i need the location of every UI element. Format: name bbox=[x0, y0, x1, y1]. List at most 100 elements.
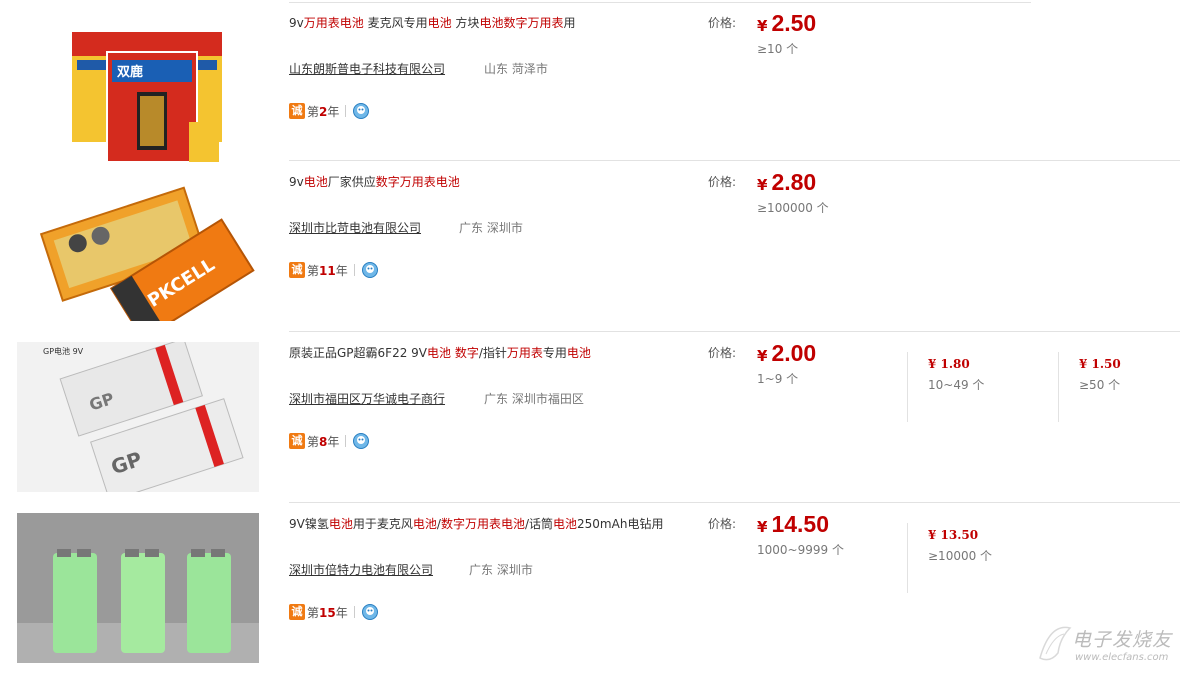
years-suffix: 年 bbox=[327, 104, 340, 119]
title-segment: 原装正品GP超霸6F22 9V bbox=[289, 346, 428, 360]
company-link[interactable]: 深圳市比苛电池有限公司 bbox=[289, 219, 421, 236]
integrity-badge-icon[interactable]: 诚 bbox=[289, 433, 305, 449]
price-label: 价格: bbox=[708, 175, 737, 189]
title-segment: 万用表电池 bbox=[303, 16, 364, 30]
tier-divider bbox=[907, 352, 908, 422]
tier-quantity: 10~49 个 bbox=[928, 378, 985, 392]
seller-badges: 诚 第11年 bbox=[289, 261, 379, 279]
min-order-quantity: 1~9 个 bbox=[757, 372, 799, 386]
membership-years: 第11年 bbox=[307, 262, 348, 279]
tier-quantity: ≥50 个 bbox=[1079, 378, 1121, 392]
company-link[interactable]: 深圳市福田区万华诚电子商行 bbox=[289, 390, 445, 407]
title-segment: 专用 bbox=[542, 346, 567, 360]
integrity-badge-icon[interactable]: 诚 bbox=[289, 103, 305, 119]
title-segment: 方块 bbox=[451, 16, 480, 30]
company-location: 广东 深圳市 bbox=[459, 221, 523, 235]
product-title-link[interactable]: 9V镍氢电池用于麦克风电池/数字万用表电池/话筒电池250mAh电钻用 bbox=[289, 515, 663, 532]
chat-icon[interactable] bbox=[352, 102, 370, 120]
title-segment: 电池 bbox=[553, 517, 578, 531]
chat-icon[interactable] bbox=[361, 603, 379, 621]
integrity-badge-icon[interactable]: 诚 bbox=[289, 604, 305, 620]
seller-badges: 诚 第2年 bbox=[289, 102, 370, 120]
integrity-badge-icon[interactable]: 诚 bbox=[289, 262, 305, 278]
years-suffix: 年 bbox=[335, 263, 348, 278]
product-title-link[interactable]: 原装正品GP超霸6F22 9V电池 数字/指针万用表专用电池 bbox=[289, 344, 591, 361]
price-label: 价格: bbox=[708, 16, 737, 30]
tier-price: ¥ 13.50 bbox=[928, 528, 979, 542]
badge-divider bbox=[353, 606, 355, 618]
tier-price: ¥ 1.80 bbox=[928, 357, 970, 371]
title-segment: 用于麦克风 bbox=[352, 517, 413, 531]
seller-badges: 诚 第8年 bbox=[289, 432, 370, 450]
title-segment: 电池 bbox=[303, 175, 328, 189]
currency-symbol: ¥ bbox=[757, 518, 768, 536]
title-segment: 电池 bbox=[566, 346, 591, 360]
title-segment: 9V镍氢 bbox=[289, 517, 329, 531]
years-count: 15 bbox=[319, 605, 336, 620]
min-order-quantity: ≥100000 个 bbox=[757, 201, 829, 215]
title-segment: /指针 bbox=[478, 346, 507, 360]
currency-symbol: ¥ bbox=[757, 176, 768, 194]
title-segment: 电池 bbox=[328, 517, 353, 531]
tier-quantity: ≥10000 个 bbox=[928, 549, 993, 563]
min-order-quantity: 1000~9999 个 bbox=[757, 543, 844, 557]
price-label: 价格: bbox=[708, 517, 737, 531]
chat-icon[interactable] bbox=[361, 261, 379, 279]
currency-symbol: ¥ bbox=[757, 17, 768, 35]
price-value: 2.50 bbox=[771, 10, 817, 36]
chat-icon[interactable] bbox=[352, 432, 370, 450]
title-segment: 电池 bbox=[427, 16, 452, 30]
badge-divider bbox=[345, 105, 347, 117]
boxed-battery-icon[interactable]: 双鹿 bbox=[17, 12, 259, 162]
gp-battery-icon[interactable]: GP电池 9V GP GP bbox=[17, 342, 259, 492]
title-segment: 250mAh电钻用 bbox=[577, 517, 664, 531]
years-suffix: 年 bbox=[327, 434, 340, 449]
product-listing: GP电池 9V GP GP 原装正品GP超霸6F22 9V电池 数字/指针万用表… bbox=[0, 332, 1180, 503]
title-segment: 9v bbox=[289, 175, 304, 189]
years-prefix: 第 bbox=[307, 605, 320, 620]
product-title-link[interactable]: 9v万用表电池 麦克风专用电池 方块电池数字万用表用 bbox=[289, 14, 575, 31]
title-segment: 数字万用表电池 bbox=[375, 175, 460, 189]
product-listing: 双鹿 9v万用表电池 麦克风专用电池 方块电池数字万用表用 山东朗斯普电子科技有限… bbox=[0, 0, 1180, 162]
title-segment: 厂家供应 bbox=[327, 175, 376, 189]
tier-divider bbox=[1058, 352, 1059, 422]
membership-years: 第15年 bbox=[307, 604, 348, 621]
product-listing: 9V镍氢电池用于麦克风电池/数字万用表电池/话筒电池250mAh电钻用 深圳市倍特… bbox=[0, 503, 1180, 674]
nimh-battery-icon[interactable] bbox=[17, 513, 259, 663]
gp-image-caption: GP电池 9V bbox=[43, 346, 84, 356]
unit-price: ¥14.50 bbox=[757, 511, 829, 538]
product-title-link[interactable]: 9v电池厂家供应数字万用表电池 bbox=[289, 173, 460, 190]
price-value: 2.00 bbox=[771, 340, 817, 366]
pkcell-battery-icon[interactable]: PKCELL bbox=[17, 171, 259, 321]
title-segment: 麦克风专用 bbox=[363, 16, 428, 30]
title-segment: 电池 bbox=[412, 517, 437, 531]
title-segment: 电池数字万用表 bbox=[479, 16, 564, 30]
company-location: 山东 菏泽市 bbox=[484, 62, 548, 76]
price-label: 价格: bbox=[708, 346, 737, 360]
product-listing: PKCELL 9v电池厂家供应数字万用表电池 深圳市比苛电池有限公司 广东 深圳市 … bbox=[0, 161, 1180, 332]
price-value: 2.80 bbox=[771, 169, 817, 195]
seller-badges: 诚 第15年 bbox=[289, 603, 379, 621]
title-segment: 9v bbox=[289, 16, 304, 30]
min-order-quantity: ≥10 个 bbox=[757, 42, 799, 56]
years-suffix: 年 bbox=[335, 605, 348, 620]
badge-divider bbox=[353, 264, 355, 276]
years-prefix: 第 bbox=[307, 263, 320, 278]
watermark-text: 电子发烧友 bbox=[1072, 629, 1173, 651]
price-value: 14.50 bbox=[771, 511, 829, 537]
svg-text:双鹿: 双鹿 bbox=[117, 64, 143, 80]
title-segment: 电池 数字 bbox=[427, 346, 479, 360]
membership-years: 第8年 bbox=[307, 433, 339, 450]
years-prefix: 第 bbox=[307, 104, 320, 119]
title-segment: /话筒 bbox=[524, 517, 554, 531]
tier-price: ¥ 1.50 bbox=[1079, 357, 1121, 371]
years-count: 11 bbox=[319, 263, 336, 278]
badge-divider bbox=[345, 435, 347, 447]
title-segment: 数字万用表电池 bbox=[440, 517, 525, 531]
title-segment: 用 bbox=[563, 16, 576, 30]
company-location: 广东 深圳市 bbox=[469, 563, 533, 577]
membership-years: 第2年 bbox=[307, 103, 339, 120]
company-link[interactable]: 山东朗斯普电子科技有限公司 bbox=[289, 60, 445, 77]
tier-divider bbox=[907, 523, 908, 593]
company-link[interactable]: 深圳市倍特力电池有限公司 bbox=[289, 561, 433, 578]
